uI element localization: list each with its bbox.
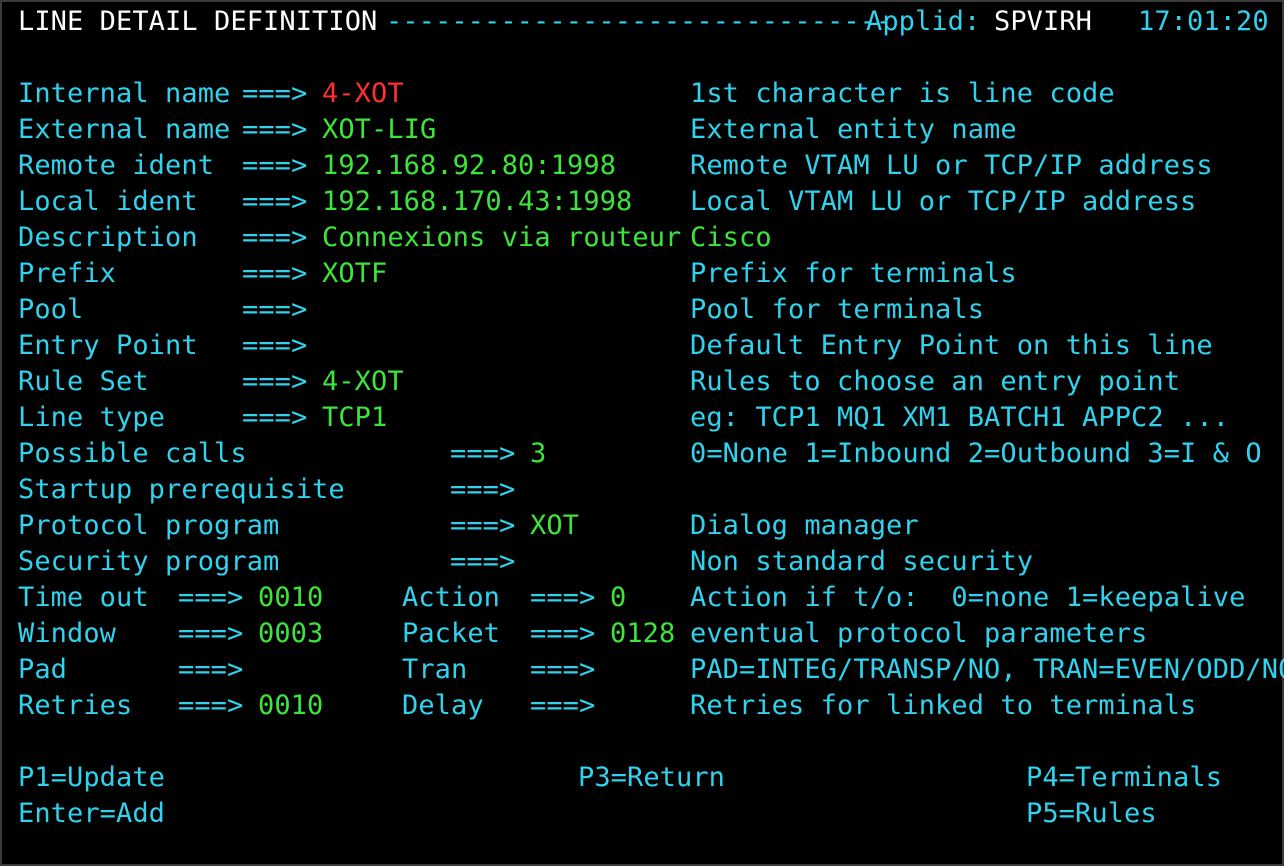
description-field[interactable]: Connexions via routeur	[322, 220, 681, 256]
p3-return-key[interactable]: P3=Return	[578, 760, 725, 796]
time-out-field[interactable]: 0010	[258, 580, 323, 616]
possible-calls-label: Possible calls	[18, 438, 247, 469]
arrow-indicator: ===>	[530, 618, 596, 649]
prefix-field[interactable]: XOTF	[322, 256, 387, 292]
external-name-help: External entity name	[690, 114, 1017, 145]
remote-ident-help: Remote VTAM LU or TCP/IP address	[690, 150, 1213, 181]
internal-name-field[interactable]: 4-XOT	[322, 76, 404, 112]
retries-field[interactable]: 0010	[258, 688, 323, 724]
security-program-field[interactable]	[530, 544, 570, 580]
retries-label: Retries	[18, 690, 133, 721]
rule-set-label: Rule Set	[18, 366, 149, 397]
line-type-field[interactable]: TCP1	[322, 400, 387, 436]
pad-field[interactable]	[258, 652, 298, 688]
external-name-label: External name	[18, 114, 231, 145]
window-help: eventual protocol parameters	[690, 618, 1148, 649]
external-name-field[interactable]: XOT-LIG	[322, 112, 436, 148]
pad-label: Pad	[18, 654, 68, 685]
arrow-indicator: ===>	[530, 690, 596, 721]
arrow-indicator: ===>	[178, 582, 244, 613]
internal-name-label: Internal name	[18, 78, 231, 109]
arrow-indicator: ===>	[242, 186, 308, 217]
local-ident-label: Local ident	[18, 186, 198, 217]
pad-help: PAD=INTEG/TRANSP/NO, TRAN=EVEN/ODD/NO	[690, 654, 1284, 685]
local-ident-help: Local VTAM LU or TCP/IP address	[690, 186, 1197, 217]
prefix-label: Prefix	[18, 258, 117, 289]
protocol-program-help: Dialog manager	[690, 510, 919, 541]
window-label: Window	[18, 618, 117, 649]
arrow-indicator: ===>	[450, 438, 516, 469]
protocol-program-field[interactable]: XOT	[530, 508, 579, 544]
retries-help: Retries for linked to terminals	[690, 690, 1197, 721]
pool-help: Pool for terminals	[690, 294, 985, 325]
protocol-program-label: Protocol program	[18, 510, 280, 541]
action-field[interactable]: 0	[610, 580, 650, 616]
arrow-indicator: ===>	[242, 150, 308, 181]
window-field[interactable]: 0003	[258, 616, 323, 652]
rule-set-help: Rules to choose an entry point	[690, 366, 1181, 397]
arrow-indicator: ===>	[242, 258, 308, 289]
tran-label: Tran	[402, 654, 468, 685]
p4-terminals-key[interactable]: P4=Terminals	[1026, 760, 1222, 796]
arrow-indicator: ===>	[450, 510, 516, 541]
rule-set-field[interactable]: 4-XOT	[322, 364, 404, 400]
arrow-indicator: ===>	[450, 474, 516, 505]
packet-label: Packet	[402, 618, 501, 649]
header-dashes: -------------------------------	[386, 6, 893, 37]
remote-ident-label: Remote ident	[18, 150, 215, 181]
prefix-help: Prefix for terminals	[690, 258, 1017, 289]
delay-field[interactable]	[610, 688, 650, 724]
possible-calls-help: 0=None 1=Inbound 2=Outbound 3=I & O	[690, 438, 1262, 469]
applid-value: SPVIRH	[994, 6, 1093, 37]
screen-title: LINE DETAIL DEFINITION	[18, 6, 378, 37]
arrow-indicator: ===>	[178, 654, 244, 685]
time-out-help: Action if t/o: 0=none 1=keepalive	[690, 582, 1246, 613]
possible-calls-field[interactable]: 3	[530, 436, 570, 472]
pool-field[interactable]	[322, 292, 362, 328]
p5-rules-key[interactable]: P5=Rules	[1026, 796, 1157, 832]
line-type-label: Line type	[18, 402, 166, 433]
action-label: Action	[402, 582, 501, 613]
arrow-indicator: ===>	[242, 402, 308, 433]
security-program-help: Non standard security	[690, 546, 1034, 577]
description-overflow: Cisco	[690, 222, 772, 253]
remote-ident-field[interactable]: 192.168.92.80:1998	[322, 148, 616, 184]
arrow-indicator: ===>	[242, 330, 308, 361]
arrow-indicator: ===>	[242, 114, 308, 145]
entry-point-field[interactable]	[322, 328, 362, 364]
tran-field[interactable]	[610, 652, 650, 688]
arrow-indicator: ===>	[242, 78, 308, 109]
applid-label: Applid:	[866, 6, 981, 37]
startup-prerequisite-field[interactable]	[530, 472, 570, 508]
arrow-indicator: ===>	[242, 366, 308, 397]
p1-update-key[interactable]: P1=Update	[18, 760, 165, 796]
internal-name-help: 1st character is line code	[690, 78, 1115, 109]
arrow-indicator: ===>	[530, 582, 596, 613]
packet-field[interactable]: 0128	[610, 616, 675, 652]
pool-label: Pool	[18, 294, 84, 325]
arrow-indicator: ===>	[242, 222, 308, 253]
arrow-indicator: ===>	[530, 654, 596, 685]
startup-prerequisite-label: Startup prerequisite	[18, 474, 345, 505]
line-type-help: eg: TCP1 MQ1 XM1 BATCH1 APPC2 ...	[690, 402, 1230, 433]
description-label: Description	[18, 222, 198, 253]
entry-point-help: Default Entry Point on this line	[690, 330, 1213, 361]
clock: 17:01:20	[1138, 6, 1269, 37]
arrow-indicator: ===>	[178, 618, 244, 649]
delay-label: Delay	[402, 690, 484, 721]
arrow-indicator: ===>	[242, 294, 308, 325]
terminal-screen: LINE DETAIL DEFINITION -----------------…	[0, 0, 1284, 866]
arrow-indicator: ===>	[450, 546, 516, 577]
arrow-indicator: ===>	[178, 690, 244, 721]
entry-point-label: Entry Point	[18, 330, 198, 361]
time-out-label: Time out	[18, 582, 149, 613]
security-program-label: Security program	[18, 546, 280, 577]
enter-add-key[interactable]: Enter=Add	[18, 796, 165, 832]
local-ident-field[interactable]: 192.168.170.43:1998	[322, 184, 632, 220]
